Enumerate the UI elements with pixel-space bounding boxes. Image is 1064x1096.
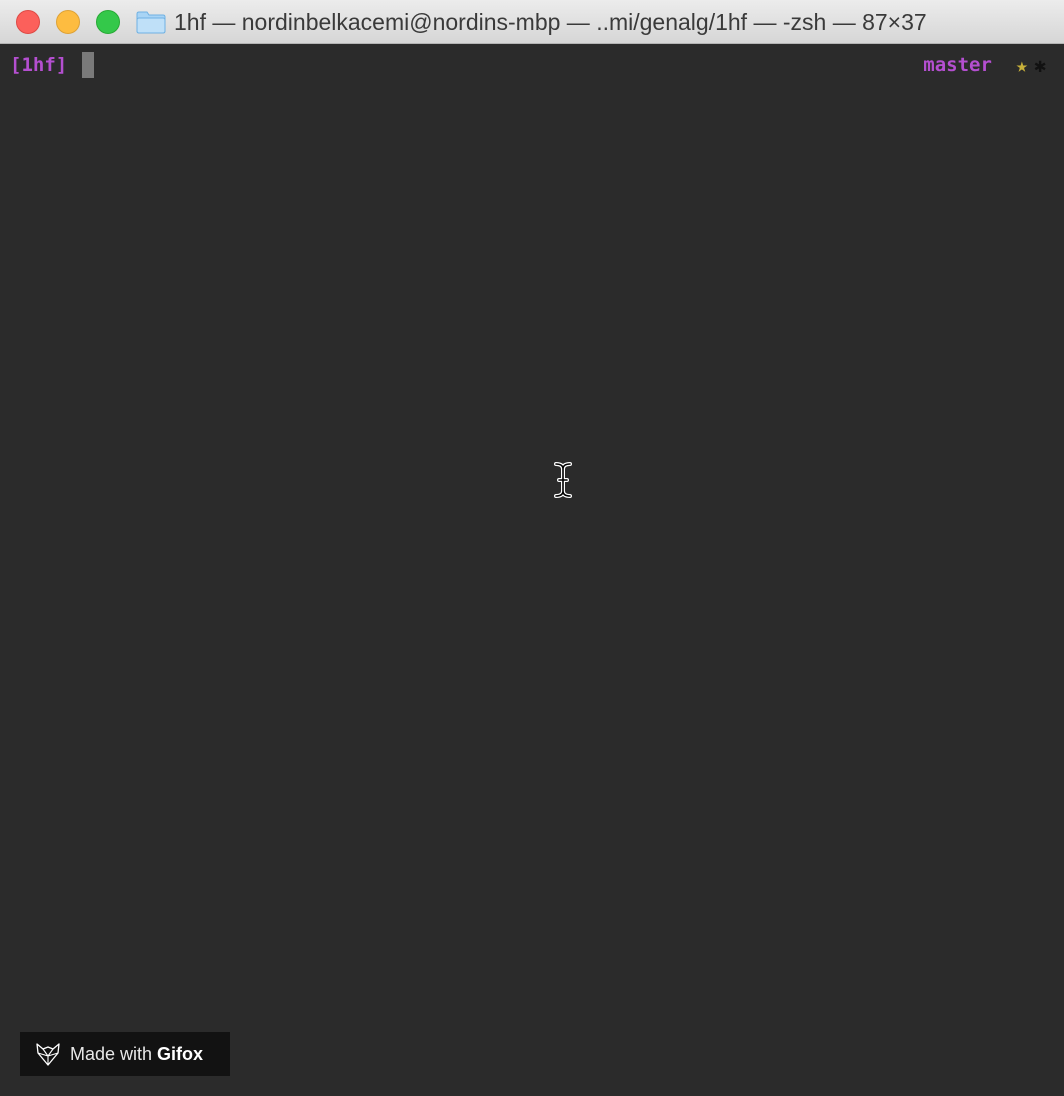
window-title-group: 1hf — nordinbelkacemi@nordins-mbp — ..mi… xyxy=(136,0,927,44)
shell-prompt: [1hf] xyxy=(10,54,68,76)
right-prompt: master ★ ✱ xyxy=(923,53,1046,77)
watermark-prefix: Made with xyxy=(70,1043,153,1064)
close-button[interactable] xyxy=(16,10,40,34)
title-bar[interactable]: 1hf — nordinbelkacemi@nordins-mbp — ..mi… xyxy=(0,0,1064,44)
folder-icon xyxy=(136,11,166,34)
gifox-watermark: Made with Gifox xyxy=(20,1032,230,1076)
minimize-button[interactable] xyxy=(56,10,80,34)
git-branch: master xyxy=(923,54,992,76)
ibeam-cursor-icon xyxy=(554,462,572,498)
watermark-brand: Gifox xyxy=(157,1043,204,1064)
fox-logo-icon xyxy=(36,1043,60,1066)
dirty-marker-icon: ✱ xyxy=(1033,53,1046,77)
star-icon: ★ xyxy=(1015,53,1028,77)
terminal-content[interactable]: [1hf] master ★ ✱ Made with Gifox xyxy=(0,44,1064,1096)
zoom-button[interactable] xyxy=(96,10,120,34)
terminal-window: 1hf — nordinbelkacemi@nordins-mbp — ..mi… xyxy=(0,0,1064,1096)
text-cursor xyxy=(82,52,94,78)
window-title: 1hf — nordinbelkacemi@nordins-mbp — ..mi… xyxy=(174,8,927,35)
